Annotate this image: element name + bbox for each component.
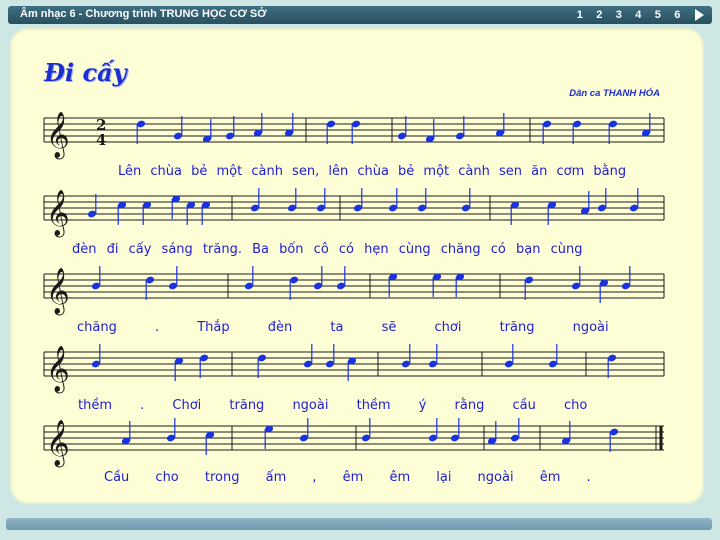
lyric-line-4: thềm . Chơi trăng ngoài thềm ý rằng cầu … [78, 398, 588, 413]
lyric-line-5: Cầu cho trong ấm , êm êm lại ngoài êm . [104, 470, 591, 485]
treble-clefs: 𝄞 𝄞 𝄞 𝄞 𝄞 [46, 112, 70, 468]
lyric-line-2: đèn đi cấy sáng trăng. Ba bốn cô có hẹn … [72, 242, 583, 257]
time-signature: 2 4 [96, 116, 106, 149]
bottom-bar [6, 518, 712, 530]
music-score: 𝄞 𝄞 𝄞 𝄞 𝄞 2 4 [43, 112, 665, 468]
lyric-line-3: chăng . Thắp đèn ta sẽ chơi trăng ngoài [77, 320, 609, 335]
lyric-line-1: Lên chùa bẻ một cành sen, lên chùa bẻ mộ… [118, 164, 627, 179]
treble-clef-icon: 𝄞 [46, 268, 70, 316]
treble-clef-icon: 𝄞 [46, 112, 70, 160]
treble-clef-icon: 𝄞 [46, 346, 70, 394]
treble-clef-icon: 𝄞 [46, 190, 70, 238]
treble-clef-icon: 𝄞 [46, 420, 70, 468]
time-signature-bottom: 4 [96, 131, 106, 149]
